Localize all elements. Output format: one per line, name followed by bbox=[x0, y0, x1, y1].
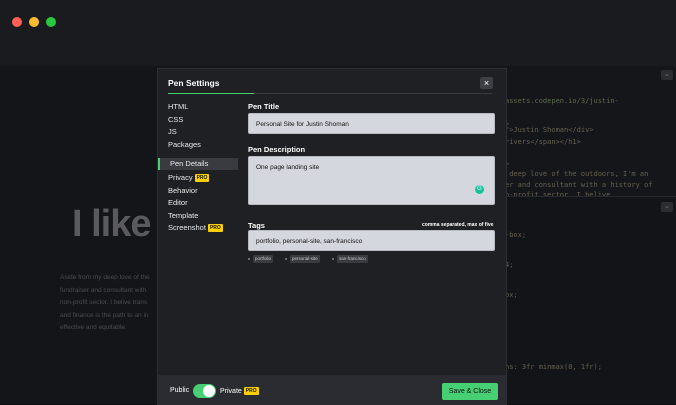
public-label: Public bbox=[170, 387, 190, 394]
nav-item-screenshot[interactable]: Screenshot PRO bbox=[168, 223, 223, 232]
preview-heading: I like bbox=[72, 203, 151, 245]
modal-footer: Public Private PRO Save & Close bbox=[158, 375, 506, 405]
nav-item-label: Template bbox=[168, 210, 199, 220]
window-titlebar bbox=[0, 0, 676, 66]
pen-description-label: Pen Description bbox=[248, 145, 306, 154]
nav-item-behavior[interactable]: Behavior bbox=[168, 186, 198, 195]
code-line: -box; bbox=[505, 231, 527, 239]
chevron-down-icon[interactable]: ⌄ bbox=[661, 202, 673, 212]
code-line: assets.codepen.io/3/justin- bbox=[505, 97, 619, 105]
save-and-close-button[interactable]: Save & Close bbox=[442, 383, 498, 400]
nav-item-label: Screenshot bbox=[168, 223, 206, 232]
pen-title-label: Pen Title bbox=[248, 102, 280, 111]
tag-chip-label: portfolio bbox=[253, 255, 274, 263]
header-divider bbox=[254, 93, 492, 94]
tags-input[interactable]: portfolio, personal-site, san-francisco bbox=[248, 230, 495, 251]
minimize-window-button[interactable] bbox=[29, 17, 39, 27]
close-window-button[interactable] bbox=[12, 17, 22, 27]
privacy-toggle[interactable] bbox=[193, 384, 216, 398]
pen-description-value: One page landing site bbox=[256, 164, 320, 171]
pen-title-input[interactable]: Personal Site for Justin Shoman bbox=[248, 113, 495, 134]
pro-badge: PRO bbox=[207, 224, 223, 232]
nav-item-template[interactable]: Template bbox=[168, 211, 198, 220]
bullet-icon bbox=[248, 258, 250, 260]
nav-item-css[interactable]: CSS bbox=[168, 115, 183, 124]
close-icon[interactable]: × bbox=[480, 77, 493, 89]
tag-chip-label: san-francisco bbox=[337, 255, 368, 263]
code-line: n-profit sector. I belive bbox=[505, 191, 611, 196]
modal-title: Pen Settings bbox=[168, 78, 220, 88]
pen-description-textarea[interactable]: One page landing site G bbox=[248, 156, 495, 205]
tags-hint: comma separated, max of five bbox=[422, 222, 494, 228]
nav-item-html[interactable]: HTML bbox=[168, 102, 188, 111]
bullet-icon bbox=[332, 258, 334, 260]
tags-label: Tags bbox=[248, 221, 265, 230]
grammarly-icon[interactable]: G bbox=[475, 185, 484, 194]
pen-title-value: Personal Site for Justin Shoman bbox=[256, 121, 349, 128]
nav-item-js[interactable]: JS bbox=[168, 127, 177, 136]
toggle-knob bbox=[203, 385, 215, 397]
code-line: ns: 3fr minmax(0, 1fr); bbox=[505, 363, 602, 371]
maximize-window-button[interactable] bbox=[46, 17, 56, 27]
nav-item-pen-details[interactable]: Pen Details bbox=[158, 158, 238, 170]
title-underline bbox=[168, 93, 254, 94]
nav-item-privacy[interactable]: Privacy PRO bbox=[168, 173, 210, 182]
nav-item-packages[interactable]: Packages bbox=[168, 140, 201, 149]
private-label-text: Private bbox=[220, 388, 242, 395]
code-line: deep love of the outdoors, I'm an bbox=[505, 170, 649, 178]
nav-item-editor[interactable]: Editor bbox=[168, 198, 188, 207]
private-label: Private PRO bbox=[220, 387, 259, 395]
tags-value: portfolio, personal-site, san-francisco bbox=[256, 238, 363, 245]
tag-chip-label: personal-site bbox=[290, 255, 320, 263]
nav-item-label: Privacy bbox=[168, 173, 193, 182]
pen-settings-modal: Pen Settings × HTML CSS JS Packages Pen … bbox=[157, 68, 507, 405]
modal-header: Pen Settings × bbox=[158, 69, 506, 95]
pro-badge: PRO bbox=[194, 174, 210, 182]
code-line: rivers</span></h1> bbox=[505, 138, 581, 146]
nav-item-label: Pen Details bbox=[170, 159, 209, 168]
nav-item-label: Editor bbox=[168, 198, 188, 207]
pro-badge: PRO bbox=[243, 387, 259, 395]
code-line: ">Justin Shoman</div> bbox=[505, 126, 594, 134]
nav-item-label: Behavior bbox=[168, 185, 198, 195]
bullet-icon bbox=[285, 258, 287, 260]
chevron-down-icon[interactable]: ⌄ bbox=[661, 70, 673, 80]
